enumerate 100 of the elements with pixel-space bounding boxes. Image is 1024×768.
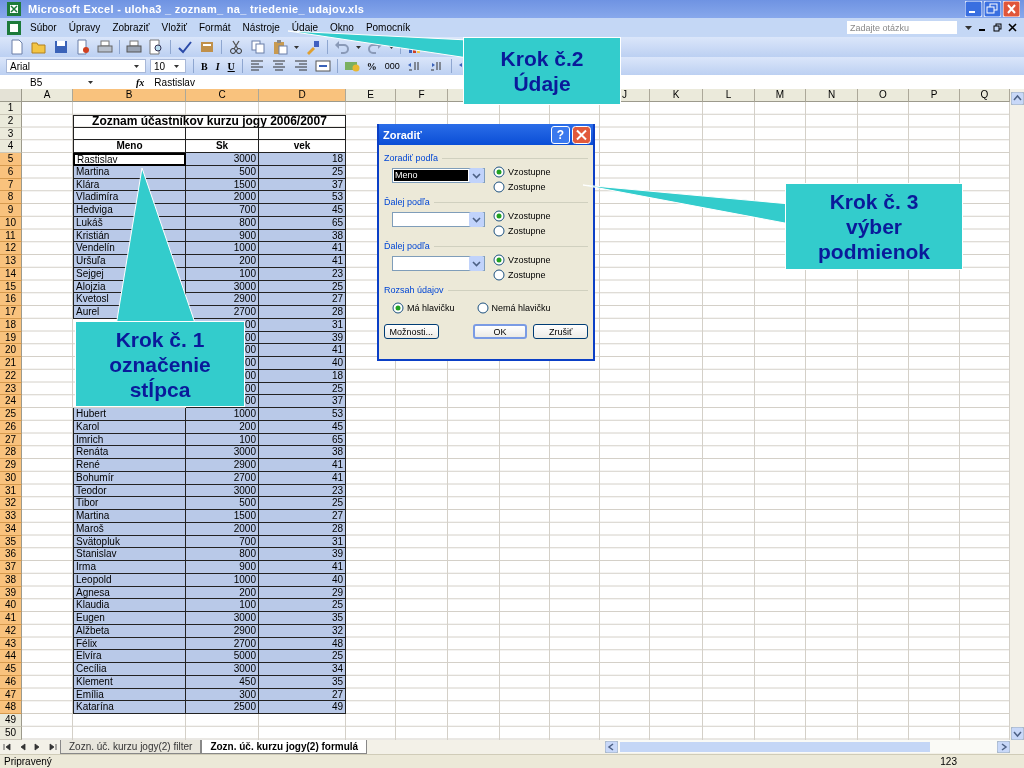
radio-button[interactable]: [476, 301, 489, 314]
row-header[interactable]: 8: [0, 191, 22, 204]
radio-label[interactable]: Má hlavičku: [407, 302, 455, 313]
brush-icon[interactable]: [305, 39, 321, 55]
sort-field-dropdown[interactable]: [392, 256, 485, 271]
dropdown-arrow-icon[interactable]: [965, 25, 972, 30]
row-header[interactable]: 12: [0, 242, 22, 255]
row-header[interactable]: 1: [0, 102, 22, 115]
horizontal-scrollbar[interactable]: [605, 740, 1010, 753]
column-header[interactable]: E: [346, 89, 396, 102]
row-header[interactable]: 45: [0, 663, 22, 676]
row-header[interactable]: 4: [0, 140, 22, 153]
copy-icon[interactable]: [250, 39, 266, 55]
last-sheet-icon[interactable]: [48, 742, 57, 751]
close-icon[interactable]: [1008, 23, 1017, 32]
help-button[interactable]: ?: [551, 125, 570, 144]
row-header[interactable]: 40: [0, 599, 22, 612]
cut-icon[interactable]: [228, 39, 244, 55]
sort-field-dropdown[interactable]: Meno: [392, 168, 485, 183]
menu-item[interactable]: Úpravy: [62, 22, 107, 33]
row-header[interactable]: 36: [0, 548, 22, 561]
scroll-up-icon[interactable]: [1010, 92, 1024, 105]
radio-label[interactable]: Vzostupne: [508, 210, 551, 221]
checkmark-icon[interactable]: [177, 39, 193, 55]
document-icon[interactable]: [9, 39, 25, 55]
row-header[interactable]: 16: [0, 293, 22, 306]
bold-button[interactable]: B: [197, 58, 212, 74]
thousands-button[interactable]: 000: [380, 58, 404, 74]
save-icon[interactable]: [53, 39, 69, 55]
menu-item[interactable]: Okno: [324, 22, 360, 33]
column-header[interactable]: A: [22, 89, 73, 102]
column-header[interactable]: N: [806, 89, 858, 102]
caret-icon[interactable]: [356, 45, 361, 49]
radio-label[interactable]: Zostupne: [508, 225, 546, 236]
menu-item[interactable]: Súbor: [24, 22, 63, 33]
undo-icon[interactable]: [334, 39, 350, 55]
caret-icon[interactable]: [389, 45, 394, 49]
spreadsheet-icon[interactable]: [7, 20, 21, 35]
caret-icon[interactable]: [294, 45, 299, 49]
column-header[interactable]: C: [186, 89, 259, 102]
column-header[interactable]: M: [755, 89, 806, 102]
printer-icon[interactable]: [97, 39, 113, 55]
font-size-dropdown[interactable]: 10: [150, 59, 186, 73]
underline-button[interactable]: U: [223, 58, 239, 74]
column-header[interactable]: B: [73, 89, 186, 102]
radio-button[interactable]: [493, 209, 505, 222]
menu-item[interactable]: Pomocník: [359, 22, 417, 33]
help-search-field[interactable]: Zadajte otázku: [846, 20, 958, 35]
document-icon[interactable]: [75, 39, 91, 55]
column-header[interactable]: D: [259, 89, 346, 102]
row-header[interactable]: 37: [0, 561, 22, 574]
column-header[interactable]: O: [858, 89, 909, 102]
radio-label[interactable]: Zostupne: [508, 181, 546, 192]
row-header[interactable]: 21: [0, 357, 22, 370]
row-header[interactable]: 25: [0, 408, 22, 421]
row-header[interactable]: 41: [0, 612, 22, 625]
radio-button[interactable]: [493, 180, 505, 193]
radio-label[interactable]: Nemá hlavičku: [491, 302, 551, 313]
scroll-right-icon[interactable]: [997, 740, 1010, 753]
merge-cells-icon[interactable]: [314, 58, 331, 74]
row-header[interactable]: 29: [0, 459, 22, 472]
sort-field-dropdown[interactable]: [392, 212, 485, 227]
menu-item[interactable]: Údaje: [285, 22, 324, 33]
row-header[interactable]: 5: [0, 153, 22, 166]
menu-item[interactable]: Vložiť: [155, 22, 193, 33]
restore-icon[interactable]: [993, 23, 1002, 32]
first-sheet-icon[interactable]: [3, 742, 12, 751]
print-icon[interactable]: [126, 39, 142, 55]
options-button[interactable]: Možnosti...: [384, 324, 439, 339]
align-center-icon[interactable]: [270, 58, 287, 74]
row-header[interactable]: 20: [0, 344, 22, 357]
previous-sheet-icon[interactable]: [18, 742, 27, 751]
align-left-icon[interactable]: [248, 58, 265, 74]
radio-label[interactable]: Zostupne: [508, 269, 546, 280]
cancel-button[interactable]: Zrušiť: [533, 324, 588, 339]
row-header[interactable]: 33: [0, 510, 22, 523]
row-header[interactable]: 28: [0, 446, 22, 459]
percent-button[interactable]: %: [362, 58, 381, 74]
menu-item[interactable]: Nástroje: [236, 22, 286, 33]
row-header[interactable]: 49: [0, 714, 22, 727]
align-right-icon[interactable]: [292, 58, 309, 74]
scroll-left-icon[interactable]: [605, 740, 618, 753]
book-icon[interactable]: [199, 39, 215, 55]
column-header[interactable]: F: [396, 89, 448, 102]
column-header[interactable]: K: [650, 89, 703, 102]
ok-button[interactable]: OK: [472, 324, 528, 339]
row-header[interactable]: 48: [0, 701, 22, 714]
paste-icon[interactable]: [272, 39, 288, 55]
row-header[interactable]: 44: [0, 650, 22, 663]
radio-button[interactable]: [493, 268, 505, 281]
row-header[interactable]: 32: [0, 497, 22, 510]
italic-button[interactable]: I: [211, 58, 224, 74]
column-header[interactable]: Q: [960, 89, 1010, 102]
function-label[interactable]: fx: [136, 76, 145, 88]
row-header[interactable]: 13: [0, 255, 22, 268]
column-header[interactable]: P: [909, 89, 960, 102]
next-sheet-icon[interactable]: [33, 742, 42, 751]
print-preview-icon[interactable]: [148, 39, 164, 55]
menu-item[interactable]: Formát: [192, 22, 237, 33]
radio-label[interactable]: Vzostupne: [508, 254, 551, 265]
